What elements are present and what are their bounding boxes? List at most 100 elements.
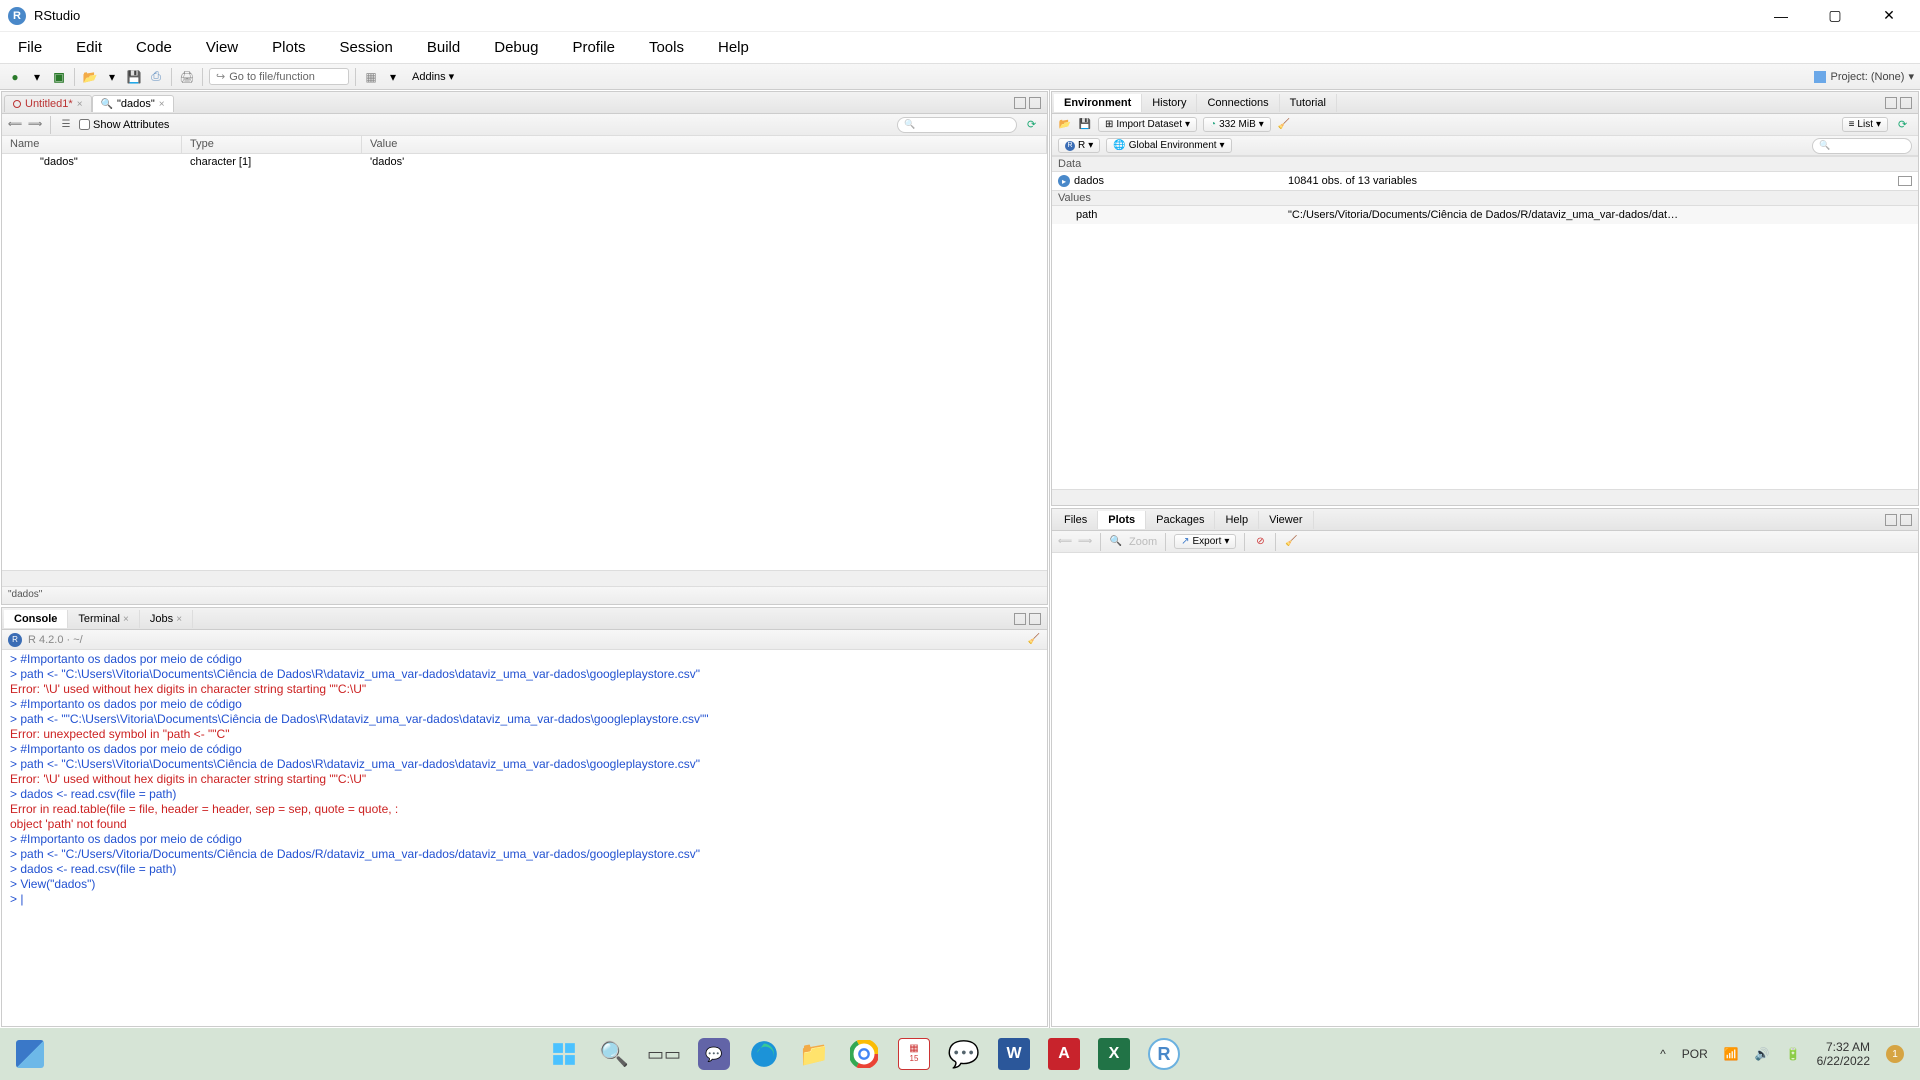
new-project-icon[interactable]: ▣ [50,68,68,86]
global-env-button[interactable]: 🌐 Global Environment ▾ [1106,138,1231,153]
expand-icon[interactable]: ▸ [1058,175,1070,187]
tab-untitled1[interactable]: Untitled1* × [4,95,92,112]
clear-env-icon[interactable]: 🧹 [1277,118,1291,132]
show-attributes-checkbox[interactable]: Show Attributes [79,119,169,131]
grid-icon[interactable]: ▦ [362,68,380,86]
refresh-icon[interactable]: ⟳ [1898,118,1912,132]
back-icon[interactable]: ⟸ [8,118,22,132]
column-value[interactable]: Value [362,136,1047,153]
menu-session[interactable]: Session [334,35,399,60]
pane-minimize-icon[interactable] [1885,514,1897,526]
save-icon[interactable]: 💾 [125,68,143,86]
calendar-icon[interactable]: ▦15 [898,1038,930,1070]
whatsapp-icon[interactable]: 💬 [948,1038,980,1070]
prev-plot-icon[interactable]: ⟸ [1058,535,1072,549]
tab-jobs[interactable]: Jobs × [140,610,193,628]
new-file-icon[interactable]: ● [6,68,24,86]
addins-button[interactable]: Addins ▾ [406,68,460,85]
remove-plot-icon[interactable]: ⊘ [1253,535,1267,549]
word-icon[interactable]: W [998,1038,1030,1070]
clear-console-icon[interactable]: 🧹 [1027,633,1041,647]
pane-minimize-icon[interactable] [1014,613,1026,625]
close-icon[interactable]: × [176,614,182,625]
pane-minimize-icon[interactable] [1885,97,1897,109]
pane-minimize-icon[interactable] [1014,97,1026,109]
open-file-icon[interactable]: 📂 [81,68,99,86]
tab-plots[interactable]: Plots [1098,511,1146,529]
teams-icon[interactable]: 💬 [698,1038,730,1070]
pane-maximize-icon[interactable] [1900,514,1912,526]
import-dataset-button[interactable]: ⊞ Import Dataset ▾ [1098,117,1197,132]
horizontal-scrollbar[interactable] [2,570,1047,586]
volume-icon[interactable]: 🔊 [1755,1047,1770,1061]
excel-icon[interactable]: X [1098,1038,1130,1070]
tab-tutorial[interactable]: Tutorial [1280,94,1337,112]
horizontal-scrollbar[interactable] [1052,489,1918,505]
pane-maximize-icon[interactable] [1029,97,1041,109]
tab-connections[interactable]: Connections [1197,94,1279,112]
pane-maximize-icon[interactable] [1900,97,1912,109]
edge-icon[interactable] [748,1038,780,1070]
menu-edit[interactable]: Edit [70,35,108,60]
acrobat-icon[interactable]: A [1048,1038,1080,1070]
project-indicator[interactable]: Project: (None) ▾ [1814,70,1914,83]
tab-dados[interactable]: 🔍 "dados" × [92,95,174,112]
filter-icon[interactable]: ☰ [59,118,73,132]
chrome-icon[interactable] [848,1038,880,1070]
menu-build[interactable]: Build [421,35,466,60]
clock[interactable]: 7:32 AM 6/22/2022 [1817,1040,1870,1068]
grid-dropdown-icon[interactable]: ▾ [384,68,402,86]
print-icon[interactable]: 🖨 [178,68,196,86]
notification-badge[interactable]: 1 [1886,1045,1904,1063]
task-view-icon[interactable]: ▭▭ [648,1038,680,1070]
widgets-icon[interactable] [16,1040,44,1068]
menu-debug[interactable]: Debug [488,35,544,60]
menu-help[interactable]: Help [712,35,755,60]
forward-icon[interactable]: ⟹ [28,118,42,132]
close-icon[interactable]: × [123,614,129,625]
menu-code[interactable]: Code [130,35,178,60]
rstudio-taskbar-icon[interactable]: R [1148,1038,1180,1070]
zoom-icon[interactable]: 🔍 [1109,535,1123,549]
close-icon[interactable]: × [159,99,165,110]
env-search-input[interactable] [1812,138,1912,154]
next-plot-icon[interactable]: ⟹ [1078,535,1092,549]
menu-profile[interactable]: Profile [566,35,621,60]
export-button[interactable]: ↗ Export ▾ [1174,534,1236,549]
search-icon[interactable]: 🔍 [598,1038,630,1070]
view-table-icon[interactable] [1898,176,1912,186]
menu-tools[interactable]: Tools [643,35,690,60]
save-all-icon[interactable]: ⎙ [147,68,165,86]
load-workspace-icon[interactable]: 📂 [1058,118,1072,132]
tab-files[interactable]: Files [1054,511,1098,529]
viewer-search-input[interactable] [897,117,1017,133]
new-file-dropdown-icon[interactable]: ▾ [28,68,46,86]
r-engine-button[interactable]: R R ▾ [1058,138,1100,153]
explorer-icon[interactable]: 📁 [798,1038,830,1070]
start-icon[interactable] [548,1038,580,1070]
close-button[interactable]: ✕ [1866,0,1912,32]
maximize-button[interactable]: ▢ [1812,0,1858,32]
goto-file-input[interactable]: ↪ Go to file/function [209,68,349,85]
console-output[interactable]: > #Importanto os dados por meio de códig… [2,650,1047,1026]
clear-plots-icon[interactable]: 🧹 [1284,535,1298,549]
menu-plots[interactable]: Plots [266,35,311,60]
language-indicator[interactable]: POR [1682,1047,1708,1061]
close-icon[interactable]: × [77,99,83,110]
menu-file[interactable]: File [12,35,48,60]
minimize-button[interactable]: — [1758,0,1804,32]
battery-icon[interactable]: 🔋 [1786,1047,1801,1061]
list-view-button[interactable]: ≡ List ▾ [1842,117,1888,132]
open-dropdown-icon[interactable]: ▾ [103,68,121,86]
env-row-path[interactable]: path "C:/Users/Vitoria/Documents/Ciência… [1052,206,1918,224]
pane-maximize-icon[interactable] [1029,613,1041,625]
tray-chevron-icon[interactable]: ^ [1660,1047,1666,1061]
table-row[interactable]: "dados" character [1] 'dados' [2,154,1047,172]
tab-history[interactable]: History [1142,94,1197,112]
wifi-icon[interactable]: 📶 [1724,1047,1739,1061]
refresh-icon[interactable]: ⟳ [1027,118,1041,132]
tab-help[interactable]: Help [1215,511,1259,529]
tab-terminal[interactable]: Terminal × [68,610,139,628]
menu-view[interactable]: View [200,35,244,60]
memory-usage-button[interactable]: ◔ 332 MiB ▾ [1203,117,1271,132]
